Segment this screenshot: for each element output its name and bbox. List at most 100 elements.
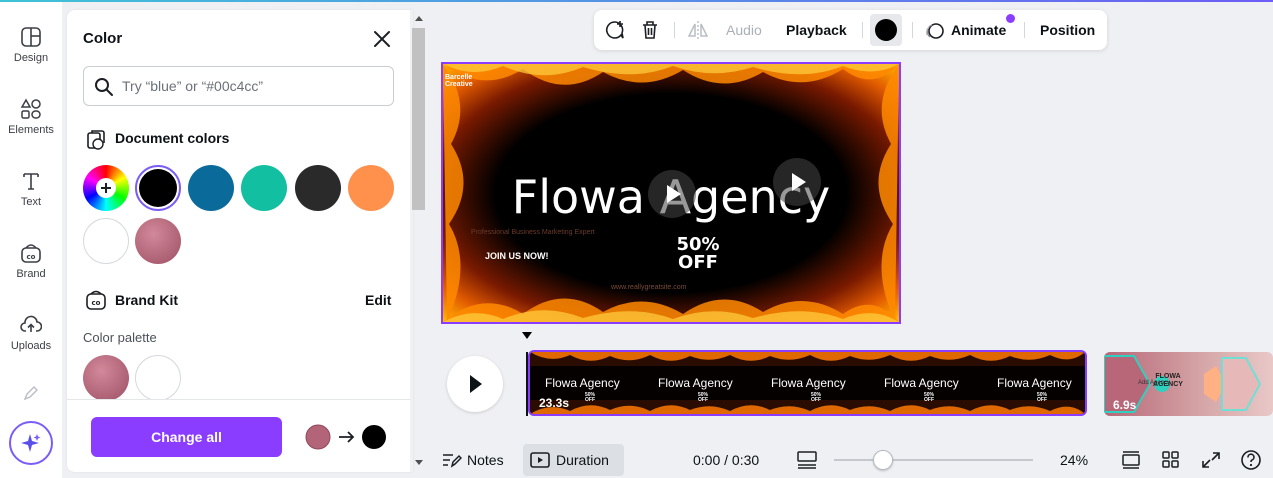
page-duration-badge: 23.3s	[539, 396, 570, 410]
color-search	[83, 66, 394, 106]
clip-label: Flowa Agency	[884, 376, 959, 390]
scrollbar-thumb[interactable]	[412, 28, 425, 210]
clip-offer-label: 50% OFF	[698, 392, 709, 403]
sidebar-item-label: Text	[20, 196, 42, 208]
color-swatch[interactable]	[295, 165, 341, 211]
design-canvas[interactable]: Barcelle Creative Flowa Agency Profession…	[441, 62, 901, 324]
notes-button[interactable]: Notes	[467, 452, 504, 468]
timeline-play-button[interactable]	[447, 356, 503, 412]
offer-line-2: OFF	[678, 252, 718, 273]
pages-view-icon[interactable]	[1120, 450, 1142, 470]
color-swatch[interactable]	[241, 165, 287, 211]
sidebar-item-label: Brand	[16, 268, 46, 280]
color-swatch[interactable]	[135, 218, 181, 264]
help-icon[interactable]	[1240, 449, 1262, 471]
page-2-overlay-text: Add Agency	[1138, 380, 1171, 386]
sidebar-item-design[interactable]: Design	[0, 26, 62, 64]
time-display: 0:00 / 0:30	[693, 452, 760, 468]
sidebar-item-brand[interactable]: co Brand	[0, 242, 62, 280]
svg-text:co: co	[92, 299, 101, 307]
panel-footer: Change all	[67, 399, 410, 472]
timeline-page-1[interactable]: Flowa Agency Flowa Agency Flowa Agency F…	[528, 350, 1087, 416]
clip-label: Flowa Agency	[545, 376, 620, 390]
logo-line-1: Barcelle	[445, 74, 473, 81]
audio-button[interactable]: Audio	[726, 22, 762, 38]
design-icon	[21, 27, 41, 47]
change-all-button[interactable]: Change all	[91, 417, 282, 457]
plus-icon	[96, 178, 116, 198]
zoom-slider-track[interactable]	[834, 459, 1033, 461]
sidebar-item-label: Uploads	[10, 340, 52, 352]
subtitle-text: Professional Business Marketing Expert	[471, 229, 595, 236]
notification-dot	[1006, 14, 1015, 23]
uploads-icon	[20, 315, 42, 332]
play-icon	[667, 185, 681, 203]
sidebar-item-label: Elements	[8, 124, 54, 136]
sidebar-item-text[interactable]: Text	[0, 170, 62, 208]
text-color-button[interactable]	[870, 14, 902, 46]
animate-button[interactable]: Animate	[951, 22, 1006, 38]
color-swatch[interactable]	[83, 218, 129, 264]
position-button[interactable]: Position	[1040, 22, 1095, 38]
flip-icon[interactable]	[687, 20, 709, 40]
svg-text:co: co	[27, 253, 36, 261]
panel-title: Color	[83, 30, 123, 47]
brand-icon: co	[21, 244, 41, 263]
magic-button[interactable]	[9, 421, 53, 465]
clip-offer-label: 50% OFF	[1037, 392, 1048, 403]
scroll-down-icon[interactable]	[414, 459, 424, 467]
add-color-button[interactable]	[83, 165, 129, 211]
color-change-preview	[305, 424, 386, 450]
logo-line-2: Creative	[445, 81, 473, 88]
left-sidebar: Design Elements Text co Brand Uploads	[0, 2, 62, 478]
clip-label: Flowa Agency	[771, 376, 846, 390]
sidebar-item-label: Design	[13, 52, 49, 64]
clip-offer-label: 50% OFF	[924, 392, 935, 403]
brand-kit-title: Brand Kit	[115, 292, 178, 308]
top-accent-line	[0, 0, 1273, 2]
notes-icon	[443, 454, 462, 468]
fullscreen-icon[interactable]	[1200, 450, 1222, 470]
color-palette-label: Color palette	[83, 330, 157, 345]
timeline-page-2[interactable]: FLOWA AGENCY Add Agency 6.9s	[1104, 352, 1273, 416]
playhead-marker-icon[interactable]	[522, 332, 532, 340]
duration-label: Duration	[556, 452, 609, 468]
comment-add-icon[interactable]	[604, 19, 626, 41]
color-chip	[875, 19, 897, 41]
sidebar-item-draw[interactable]	[0, 384, 62, 406]
palette-swatch[interactable]	[135, 355, 181, 401]
video-play-overlay[interactable]	[773, 158, 821, 206]
offer-text: 50% OFF	[648, 236, 748, 272]
sidebar-item-elements[interactable]: Elements	[0, 98, 62, 136]
video-play-overlay[interactable]	[648, 170, 696, 218]
scroll-up-icon[interactable]	[414, 14, 424, 22]
page-layout-icon[interactable]	[796, 450, 818, 470]
close-icon[interactable]	[370, 27, 394, 51]
playback-button[interactable]: Playback	[786, 22, 847, 38]
grid-view-icon[interactable]	[1160, 450, 1182, 470]
toolbar-separator	[674, 22, 675, 38]
elements-icon	[20, 98, 41, 119]
color-swatch-selected[interactable]	[135, 165, 181, 211]
trash-icon[interactable]	[639, 19, 661, 41]
sidebar-item-uploads[interactable]: Uploads	[0, 314, 62, 352]
search-icon	[95, 78, 113, 96]
palette-swatch[interactable]	[83, 355, 129, 401]
animate-icon	[925, 23, 944, 39]
brand-logo-text: Barcelle Creative	[445, 74, 473, 88]
search-input[interactable]	[122, 75, 382, 97]
color-swatch[interactable]	[188, 165, 234, 211]
brand-kit-edit-link[interactable]: Edit	[365, 292, 391, 308]
toolbar-separator	[862, 22, 863, 38]
color-swatch[interactable]	[348, 165, 394, 211]
play-icon	[470, 375, 482, 393]
toolbar-separator	[1024, 22, 1025, 38]
zoom-level[interactable]: 24%	[1060, 452, 1088, 468]
clip-label: Flowa Agency	[658, 376, 733, 390]
zoom-slider-knob[interactable]	[873, 450, 893, 470]
play-icon	[792, 173, 806, 191]
duration-icon	[530, 452, 550, 468]
clip-offer-label: 50% OFF	[585, 392, 596, 403]
duration-button[interactable]: Duration	[523, 444, 624, 476]
context-toolbar: Audio Playback Animate Position	[594, 10, 1107, 50]
